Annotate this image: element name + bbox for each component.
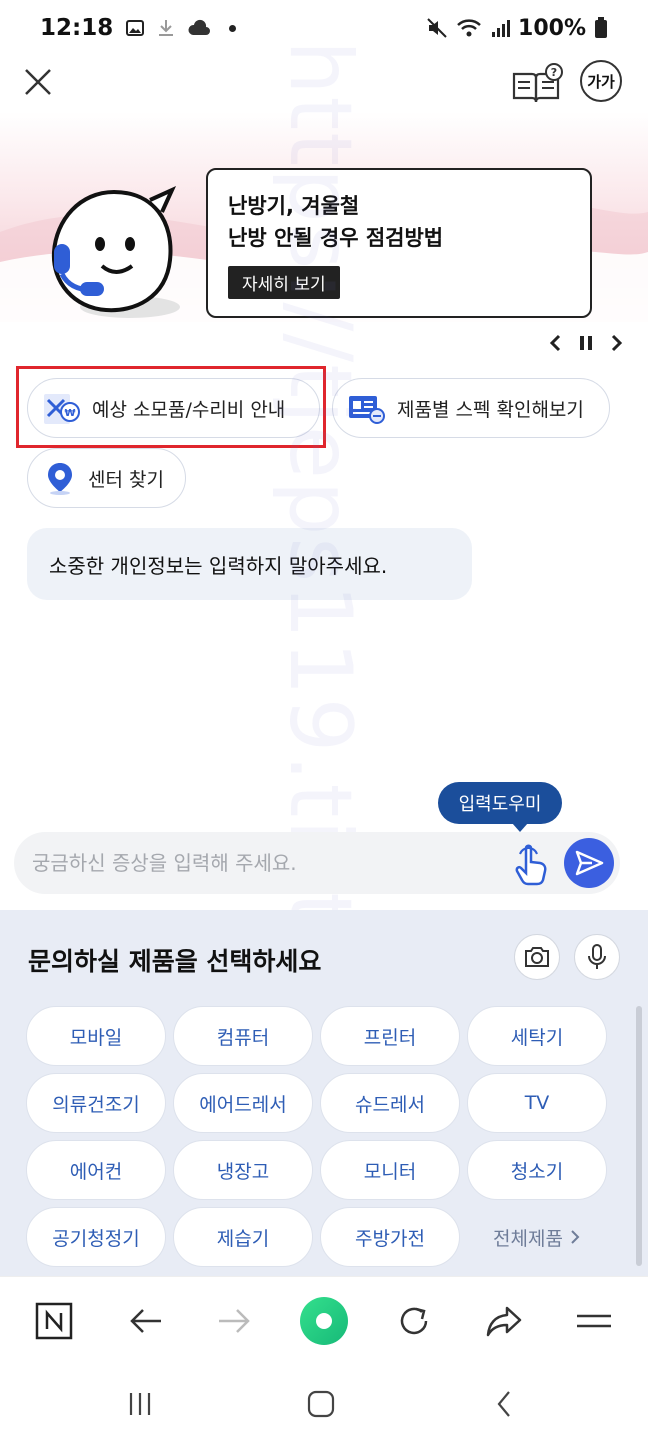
back-button[interactable]: [480, 1380, 528, 1428]
camera-button[interactable]: [514, 934, 560, 980]
product-chip[interactable]: 제습기: [173, 1207, 313, 1267]
recent-apps-icon: [129, 1393, 151, 1415]
product-selector-title: 문의하실 제품을 선택하세요: [28, 947, 322, 976]
chatbot-mascot-icon: [51, 185, 177, 313]
status-right: 100%: [426, 16, 608, 41]
share-button[interactable]: [478, 1295, 530, 1347]
chat-input[interactable]: [32, 832, 502, 894]
product-grid: 모바일 컴퓨터 프린터 세탁기 의류건조기 에어드레서 슈드레서 TV 에어컨 …: [26, 1006, 610, 1267]
chevron-right-icon: [571, 1230, 580, 1244]
font-size-button[interactable]: 가가: [580, 60, 622, 102]
chevron-right-icon: [611, 334, 623, 352]
chat-input-bar: [14, 832, 620, 894]
wifi-icon: [457, 19, 481, 37]
browser-back-button[interactable]: [120, 1295, 172, 1347]
cloud-notification-icon: [188, 19, 211, 35]
status-left: 12:18: [40, 15, 237, 41]
location-pin-icon: [48, 463, 72, 495]
all-products-link[interactable]: 전체제품: [467, 1207, 607, 1267]
send-icon: [575, 850, 604, 876]
product-chip[interactable]: 에어컨: [26, 1140, 166, 1200]
product-chip[interactable]: 모니터: [320, 1140, 460, 1200]
input-helper-label: 입력도우미: [458, 794, 542, 815]
quick-menu-label: 제품별 스펙 확인해보기: [397, 398, 584, 421]
input-helper-button[interactable]: [506, 840, 554, 888]
product-chip[interactable]: 세탁기: [467, 1006, 607, 1066]
product-chip[interactable]: 에어드레서: [173, 1073, 313, 1133]
back-chevron-icon: [497, 1391, 510, 1417]
product-chip[interactable]: 주방가전: [320, 1207, 460, 1267]
recent-apps-button[interactable]: [116, 1380, 164, 1428]
close-button[interactable]: [20, 64, 56, 100]
browser-toolbar: [0, 1276, 648, 1364]
system-navigation: [0, 1364, 648, 1440]
carousel-prev-button[interactable]: [548, 333, 562, 359]
green-dot-button[interactable]: [298, 1295, 350, 1347]
browser-menu-button[interactable]: [568, 1295, 620, 1347]
naver-n-icon: [35, 1302, 73, 1340]
naver-home-button[interactable]: [28, 1295, 80, 1347]
more-notifications-dot: [229, 24, 237, 32]
product-chip[interactable]: TV: [467, 1073, 607, 1133]
product-scrollbar[interactable]: [636, 1006, 642, 1266]
battery-icon: [595, 17, 607, 38]
product-chip[interactable]: 모바일: [26, 1006, 166, 1066]
privacy-notice: 소중한 개인정보는 입력하지 말아주세요.: [27, 528, 472, 600]
arrow-right-icon: [219, 1309, 250, 1333]
home-icon: [307, 1390, 335, 1418]
product-chip[interactable]: 냉장고: [173, 1140, 313, 1200]
font-size-label: 가가: [587, 72, 615, 91]
menu-icon: [577, 1314, 611, 1328]
green-dot-icon: [300, 1297, 348, 1345]
browser-forward-button[interactable]: [208, 1295, 260, 1347]
refresh-button[interactable]: [388, 1295, 440, 1347]
quick-menu-label: 센터 찾기: [88, 468, 164, 491]
svg-text:?: ?: [551, 66, 557, 79]
close-icon: [25, 69, 51, 95]
product-chip[interactable]: 공기청정기: [26, 1207, 166, 1267]
refresh-icon: [400, 1307, 428, 1335]
product-chip[interactable]: 슈드레서: [320, 1073, 460, 1133]
product-chip[interactable]: 프린터: [320, 1006, 460, 1066]
all-products-label: 전체제품: [493, 1227, 563, 1250]
battery-percent: 100%: [518, 15, 586, 41]
guide-button[interactable]: ?: [510, 62, 566, 106]
status-time: 12:18: [40, 15, 114, 41]
quick-menu-find-center[interactable]: 센터 찾기: [27, 448, 186, 508]
download-notification-icon: [159, 20, 174, 36]
send-button[interactable]: [564, 838, 614, 888]
product-chip[interactable]: 청소기: [467, 1140, 607, 1200]
arrow-left-icon: [130, 1309, 161, 1333]
pause-icon: [580, 336, 592, 350]
camera-icon: [525, 947, 549, 967]
carousel-pause-button[interactable]: [577, 333, 595, 359]
banner-bubble: 난방기, 겨울철 난방 안될 경우 점검방법 자세히 보기: [206, 168, 592, 318]
signal-icon: [492, 20, 511, 37]
input-helper-tooltip[interactable]: 입력도우미: [438, 782, 562, 832]
microphone-button[interactable]: [574, 934, 620, 980]
product-chip[interactable]: 의류건조기: [26, 1073, 166, 1133]
product-selector: 문의하실 제품을 선택하세요 모바일 컴퓨터 프린터 세탁기 의류건조기 에어드…: [0, 910, 648, 1276]
microphone-icon: [588, 944, 606, 969]
touch-hand-icon: [515, 844, 547, 886]
gallery-notification-icon: [126, 20, 145, 36]
quick-menu-spec-check[interactable]: 제품별 스펙 확인해보기: [332, 378, 610, 438]
carousel-controls: [548, 332, 624, 360]
share-icon: [486, 1306, 522, 1337]
home-button[interactable]: [297, 1380, 345, 1428]
guide-book-icon: ?: [512, 63, 563, 103]
carousel-next-button[interactable]: [610, 333, 624, 359]
chevron-left-icon: [549, 334, 561, 352]
product-chip[interactable]: 컴퓨터: [173, 1006, 313, 1066]
mute-icon: [427, 18, 447, 38]
